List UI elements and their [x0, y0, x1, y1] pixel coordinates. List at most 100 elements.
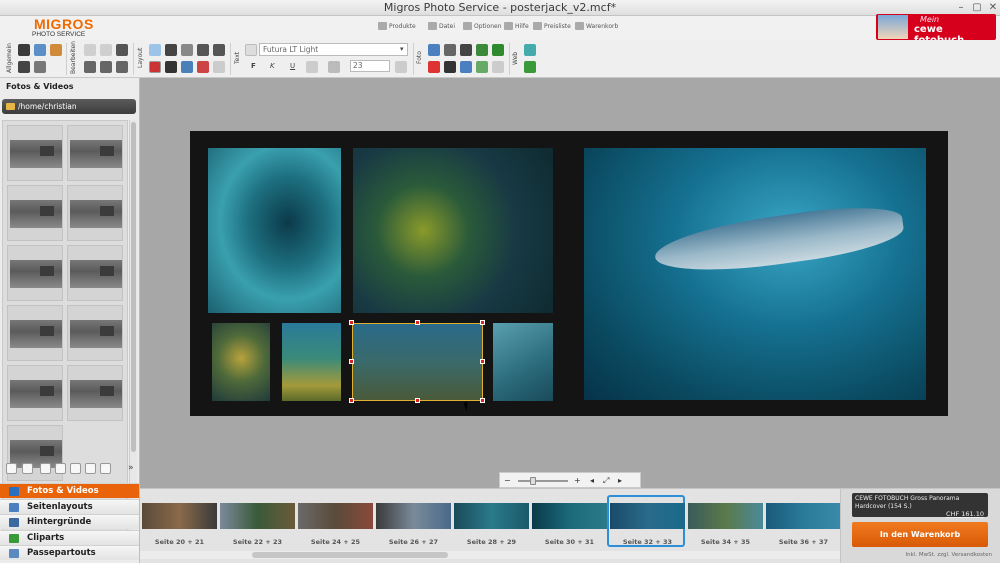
nav-item-fotos-videos[interactable]: Fotos & Videos: [0, 483, 139, 498]
resize-handle[interactable]: [480, 320, 485, 325]
photo-thumbnail[interactable]: [67, 125, 123, 181]
cut-icon[interactable]: [84, 61, 96, 73]
filmstrip-page[interactable]: Seite 22 + 23: [220, 503, 295, 546]
crop-icon[interactable]: [444, 44, 456, 56]
folder-path[interactable]: /home/christian: [2, 99, 136, 114]
menu-hilfe[interactable]: Hilfe: [504, 22, 529, 30]
resize-handle[interactable]: [349, 398, 354, 403]
nav-item-seitenlayouts[interactable]: Seitenlayouts: [0, 498, 139, 514]
photo-edit-icon[interactable]: [428, 44, 440, 56]
photo-barracuda[interactable]: [584, 148, 926, 400]
delete-icon[interactable]: [116, 44, 128, 56]
filter-icon[interactable]: [100, 463, 111, 474]
save-as-icon[interactable]: [18, 61, 30, 73]
close-button[interactable]: ✕: [986, 2, 1000, 14]
paste-icon[interactable]: [116, 61, 128, 73]
zoom-out-icon[interactable]: −: [504, 476, 511, 485]
filmstrip-scrollbar[interactable]: [140, 551, 840, 559]
font-family-select[interactable]: Futura LT Light: [259, 43, 408, 56]
arrange-icon[interactable]: [197, 44, 209, 56]
fit-photo-icon[interactable]: [476, 61, 488, 73]
nav-item-hintergr-nde[interactable]: Hintergründe: [0, 514, 139, 529]
scroll-thumb[interactable]: [252, 552, 448, 558]
resize-handle[interactable]: [415, 398, 420, 403]
effects-icon[interactable]: [460, 44, 472, 56]
search-photo-icon[interactable]: [22, 463, 33, 474]
filmstrip-page[interactable]: Seite 36 + 37: [766, 503, 841, 546]
prev-page-icon[interactable]: ◂: [590, 476, 594, 485]
photo-replace-icon[interactable]: [460, 61, 472, 73]
expand-icon[interactable]: »: [128, 463, 134, 473]
nav-item-cliparts[interactable]: Cliparts: [0, 529, 139, 545]
photo-thumbnail[interactable]: [7, 125, 63, 181]
sort-icon[interactable]: [6, 463, 17, 474]
zoom-photo-icon[interactable]: [444, 61, 456, 73]
italic-button[interactable]: K: [270, 62, 275, 70]
photos-import-icon[interactable]: [50, 44, 62, 56]
resize-handle[interactable]: [415, 320, 420, 325]
text-bg-icon[interactable]: [328, 61, 340, 73]
underline-button[interactable]: U: [290, 62, 295, 70]
remove-frame-icon[interactable]: [197, 61, 209, 73]
fit-page-icon[interactable]: ⤢: [603, 476, 609, 486]
bold-button[interactable]: F: [251, 62, 256, 70]
filmstrip-page[interactable]: Seite 28 + 29: [454, 503, 529, 546]
red-eye-icon[interactable]: [428, 61, 440, 73]
frame-icon[interactable]: [149, 44, 161, 56]
layer-icon[interactable]: [181, 44, 193, 56]
zoom-in-icon[interactable]: +: [574, 476, 581, 485]
resize-handle[interactable]: [480, 398, 485, 403]
minimize-button[interactable]: –: [954, 2, 968, 14]
menu-datei[interactable]: Datei: [428, 22, 455, 30]
font-size-icon[interactable]: [306, 61, 318, 73]
photo-thumbnail[interactable]: [7, 365, 63, 421]
resize-handle[interactable]: [349, 359, 354, 364]
menu-preisliste[interactable]: Preisliste: [533, 22, 571, 30]
redo-icon[interactable]: [100, 44, 112, 56]
zoom-slider-knob[interactable]: [530, 477, 536, 485]
filmstrip-page[interactable]: Seite 20 + 21: [142, 503, 217, 546]
resize-handle[interactable]: [349, 320, 354, 325]
text-color-icon[interactable]: [245, 44, 257, 56]
font-size-field[interactable]: 23: [350, 60, 390, 72]
undo-icon[interactable]: [84, 44, 96, 56]
mirror-icon[interactable]: [149, 61, 161, 73]
view-large-icon[interactable]: [85, 463, 96, 474]
photo-frame-icon[interactable]: [476, 44, 488, 56]
photo-coral-garden[interactable]: [282, 323, 341, 401]
filmstrip-page[interactable]: Seite 30 + 31: [532, 503, 607, 546]
photo-reef-yellow-fish[interactable]: [353, 148, 553, 313]
scroll-thumb[interactable]: [131, 122, 136, 452]
web-upload-icon[interactable]: [524, 61, 536, 73]
photo-thumbnail[interactable]: [7, 305, 63, 361]
next-page-icon[interactable]: ▸: [618, 476, 622, 485]
photo-thumbnail[interactable]: [7, 185, 63, 241]
more-text-icon[interactable]: [395, 61, 407, 73]
open-icon[interactable]: [34, 44, 46, 56]
menu-produkte[interactable]: Produkte: [378, 22, 416, 30]
view-medium-icon[interactable]: [70, 463, 81, 474]
add-to-cart-button[interactable]: In den Warenkorb: [852, 522, 988, 547]
chevron-down-icon[interactable]: ▾: [400, 45, 404, 53]
save-icon[interactable]: [18, 44, 30, 56]
menu-optionen[interactable]: Optionen: [463, 22, 502, 30]
settings-icon[interactable]: [34, 61, 46, 73]
menu-warenkorb[interactable]: Warenkorb: [575, 22, 618, 30]
view-list-icon[interactable]: [40, 463, 51, 474]
rotate-icon[interactable]: [165, 44, 177, 56]
size-icon[interactable]: [181, 61, 193, 73]
cewe-banner[interactable]: Mein cewe fotobuch: [876, 14, 996, 40]
web-icon[interactable]: [524, 44, 536, 56]
photo-thumbnail[interactable]: [67, 365, 123, 421]
zoom-slider[interactable]: [518, 480, 568, 482]
nav-item-passepartouts[interactable]: Passepartouts: [0, 545, 139, 560]
more-layout-icon[interactable]: [213, 61, 225, 73]
product-price[interactable]: CHF 161.10: [946, 510, 984, 518]
restore-button[interactable]: ▢: [970, 2, 984, 14]
filmstrip-page[interactable]: Seite 26 + 27: [376, 503, 451, 546]
filmstrip-page[interactable]: Seite 34 + 35: [688, 503, 763, 546]
photo-coral-brain[interactable]: [212, 323, 270, 401]
page-spread[interactable]: [190, 131, 948, 416]
filmstrip-page[interactable]: Seite 32 + 33: [610, 503, 685, 546]
resize-handle[interactable]: [480, 359, 485, 364]
